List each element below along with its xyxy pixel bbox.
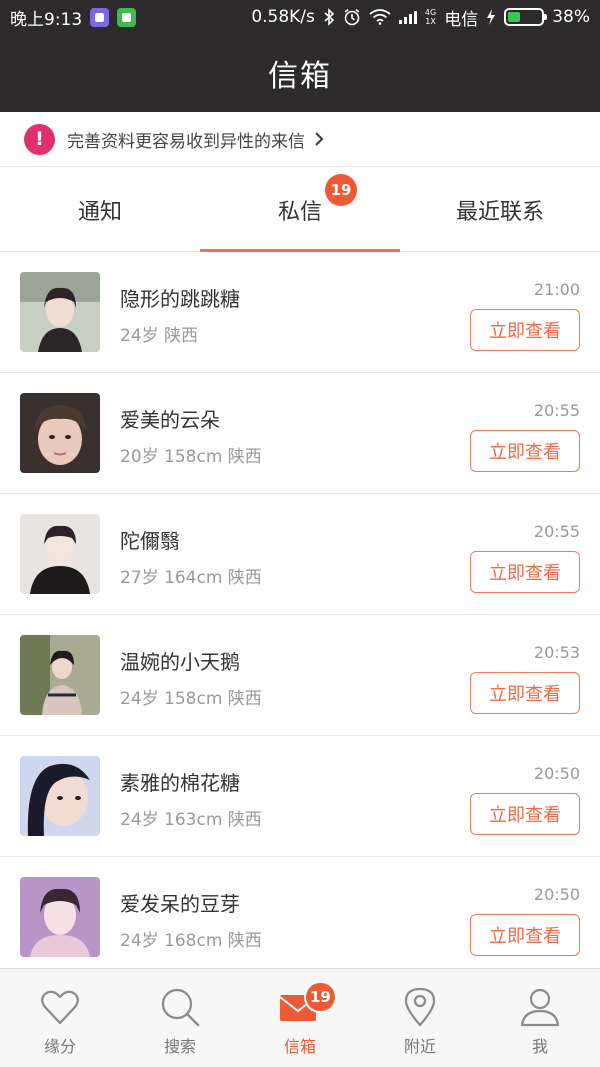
nav-label: 附近 <box>403 1037 436 1056</box>
message-time: 20:50 <box>533 764 580 783</box>
sender-info: 24岁 168cm 陕西 <box>120 931 262 951</box>
message-time: 20:55 <box>533 522 580 541</box>
tab-private-messages[interactable]: 私信 19 <box>200 168 400 252</box>
alarm-icon <box>344 8 360 26</box>
bluetooth-icon <box>324 8 335 26</box>
nav-item-fate[interactable]: 缘分 <box>0 969 120 1067</box>
view-now-button[interactable]: 立即查看 <box>470 793 580 835</box>
battery-percent: 38% <box>552 7 590 27</box>
inbox-badge: 19 <box>304 981 337 1013</box>
exclamation-icon: ! <box>24 123 55 155</box>
sender-info: 24岁 158cm 陕西 <box>120 689 262 709</box>
sender-info: 27岁 164cm 陕西 <box>120 568 262 588</box>
wifi-icon <box>369 9 391 25</box>
mail-icon: 19 <box>278 981 337 1029</box>
notice-text: 完善资料更容易收到异性的来信 <box>67 131 305 152</box>
list-item[interactable]: 爱发呆的豆芽 24岁 168cm 陕西 20:50 立即查看 <box>0 857 600 968</box>
status-time: 晚上9:13 <box>10 9 83 30</box>
message-time: 20:50 <box>533 885 580 904</box>
carrier-name: 电信 <box>444 9 479 30</box>
bottom-nav: 缘分 搜索 19 信箱 附近 我 <box>0 968 600 1067</box>
network-type: 4G 1X <box>424 8 437 26</box>
unread-badge: 19 <box>325 173 357 206</box>
app-icon-green <box>117 7 137 27</box>
person-icon <box>518 985 562 1029</box>
message-time: 20:53 <box>533 643 580 662</box>
charging-icon <box>487 9 496 25</box>
list-item[interactable]: 爱美的云朵 20岁 158cm 陕西 20:55 立即查看 <box>0 373 600 494</box>
view-now-button[interactable]: 立即查看 <box>470 672 580 714</box>
list-item[interactable]: 隐形的跳跳糖 24岁 陕西 21:00 立即查看 <box>0 252 600 373</box>
nav-item-nearby[interactable]: 附近 <box>360 969 480 1067</box>
network-speed: 0.58K/s <box>251 7 315 27</box>
avatar[interactable] <box>20 272 100 352</box>
chevron-right-icon <box>315 132 324 146</box>
signal-icon <box>398 10 417 24</box>
nav-label: 缘分 <box>43 1037 76 1056</box>
avatar[interactable] <box>20 756 100 836</box>
search-icon <box>158 985 202 1029</box>
avatar[interactable] <box>20 514 100 594</box>
sender-info: 20岁 158cm 陕西 <box>120 447 262 467</box>
avatar[interactable] <box>20 635 100 715</box>
battery-icon <box>504 8 548 26</box>
location-pin-icon <box>398 985 442 1029</box>
tab-notifications[interactable]: 通知 <box>0 168 200 251</box>
app-header: 信箱 <box>0 34 600 112</box>
sender-info: 24岁 陕西 <box>120 326 199 346</box>
view-now-button[interactable]: 立即查看 <box>470 914 580 956</box>
heart-icon <box>38 985 82 1029</box>
app-icon-purple <box>90 7 110 27</box>
avatar[interactable] <box>20 393 100 473</box>
tab-recent-contacts[interactable]: 最近联系 <box>400 168 600 251</box>
sender-name: 温婉的小天鹅 <box>120 650 240 674</box>
nav-item-search[interactable]: 搜索 <box>120 969 240 1067</box>
nav-label: 我 <box>531 1037 548 1056</box>
profile-notice-banner[interactable]: ! 完善资料更容易收到异性的来信 <box>0 112 600 167</box>
page-title: 信箱 <box>268 59 332 94</box>
message-time: 21:00 <box>533 280 580 299</box>
view-now-button[interactable]: 立即查看 <box>470 430 580 472</box>
view-now-button[interactable]: 立即查看 <box>470 309 580 351</box>
tab-label: 私信 <box>277 199 322 225</box>
sender-info: 24岁 163cm 陕西 <box>120 810 262 830</box>
sender-name: 素雅的棉花糖 <box>120 771 240 795</box>
sender-name: 陀儞翳 <box>120 529 180 553</box>
message-time: 20:55 <box>533 401 580 420</box>
status-bar: 晚上9:13 0.58K/s 4G 1X 电信 38% <box>0 0 600 34</box>
nav-label: 搜索 <box>163 1037 196 1056</box>
avatar[interactable] <box>20 877 100 957</box>
nav-item-inbox[interactable]: 19 信箱 <box>240 969 360 1067</box>
message-tabs: 通知 私信 19 最近联系 <box>0 168 600 252</box>
list-item[interactable]: 温婉的小天鹅 24岁 158cm 陕西 20:53 立即查看 <box>0 615 600 736</box>
nav-label: 信箱 <box>283 1037 316 1056</box>
message-list: 隐形的跳跳糖 24岁 陕西 21:00 立即查看 爱美的云朵 20岁 158cm… <box>0 252 600 968</box>
sender-name: 爱发呆的豆芽 <box>120 892 240 916</box>
list-item[interactable]: 陀儞翳 27岁 164cm 陕西 20:55 立即查看 <box>0 494 600 615</box>
list-item[interactable]: 素雅的棉花糖 24岁 163cm 陕西 20:50 立即查看 <box>0 736 600 857</box>
nav-item-me[interactable]: 我 <box>480 969 600 1067</box>
sender-name: 爱美的云朵 <box>120 408 220 432</box>
view-now-button[interactable]: 立即查看 <box>470 551 580 593</box>
sender-name: 隐形的跳跳糖 <box>120 287 240 311</box>
